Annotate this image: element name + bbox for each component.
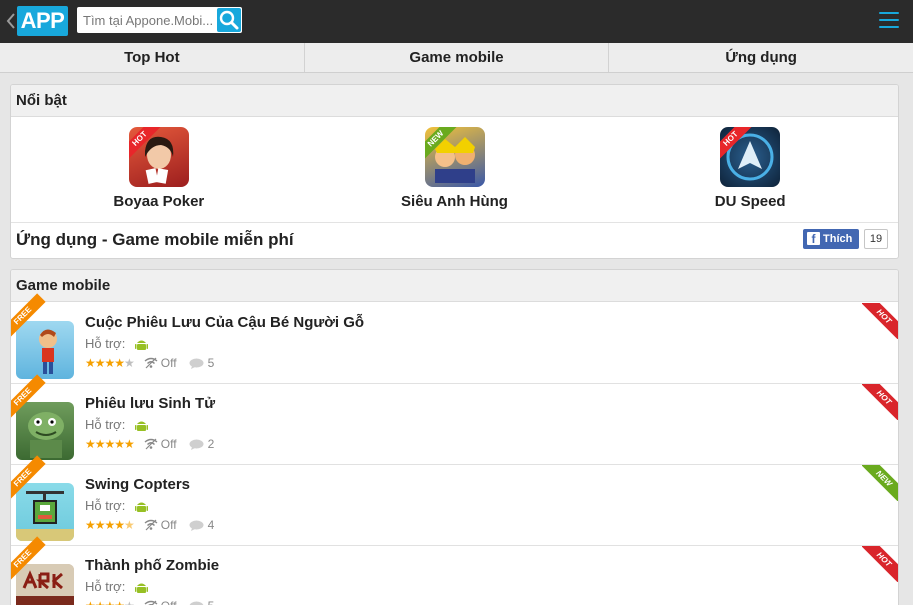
facebook-icon: f (807, 232, 820, 246)
comment-count-value: 2 (207, 437, 215, 451)
comment-count: 5 (189, 599, 215, 605)
like-label: Thích (823, 233, 853, 245)
tab-ung-dung[interactable]: Ứng dụng (609, 43, 913, 72)
featured-item[interactable]: HOT DU Speed (602, 118, 898, 222)
game-list-item[interactable]: FREE Phiêu lưu Sinh Tử Hỗ trợ: ★★★★★ Off (11, 374, 898, 465)
comment-count-value: 4 (207, 518, 215, 532)
offline-label: Off (160, 518, 177, 532)
game-title[interactable]: Thành phố Zombie (85, 557, 219, 574)
game-title[interactable]: Swing Copters (85, 476, 190, 493)
featured-heading: Nổi bật (11, 85, 898, 117)
game-icon[interactable] (16, 564, 74, 605)
sieu-anh-hung-icon[interactable]: NEW (424, 127, 485, 187)
boyaa-poker-icon[interactable]: HOT (128, 127, 189, 187)
offline-label: Off (160, 356, 177, 370)
comment-count: 2 (189, 437, 215, 451)
game-icon[interactable] (16, 402, 74, 460)
support-label: Hỗ trợ: (85, 498, 126, 513)
comment-count: 5 (189, 356, 215, 370)
back-chevron-icon[interactable] (6, 12, 16, 30)
comment-bubble-icon (189, 439, 204, 450)
comment-bubble-icon (189, 520, 204, 531)
tab-top-hot[interactable]: Top Hot (0, 43, 305, 72)
game-icon[interactable] (16, 321, 74, 379)
zombie-monster-icon (28, 412, 64, 458)
game-title[interactable]: Cuộc Phiêu Lưu Của Cậu Bé Người Gỗ (85, 314, 364, 331)
game-title[interactable]: Phiêu lưu Sinh Tử (85, 395, 215, 412)
games-heading: Game mobile (11, 270, 898, 302)
featured-item[interactable]: HOT Boyaa Poker (11, 118, 307, 222)
featured-item-name[interactable]: Boyaa Poker (11, 193, 307, 210)
tab-game-mobile[interactable]: Game mobile (305, 43, 610, 72)
featured-item-name[interactable]: Siêu Anh Hùng (307, 193, 603, 210)
comment-count-value: 5 (207, 356, 215, 370)
game-mobile-panel: Game mobile FREE Cuộc Phiêu Lưu Của Cậu … (10, 269, 899, 605)
game-meta: ★★★★★ Off 4 (85, 518, 214, 532)
platform-support: Hỗ trợ: (85, 498, 148, 514)
comment-bubble-icon (189, 601, 204, 605)
app-logo[interactable]: APP (17, 6, 68, 36)
android-icon (134, 340, 148, 350)
top-bar: APP (0, 0, 913, 43)
offline-indicator: Off (144, 599, 177, 605)
featured-list: HOT Boyaa Poker NEW Siêu Anh Hùng HOT DU… (11, 118, 898, 222)
swing-copter-icon (16, 491, 74, 541)
offline-indicator: Off (144, 356, 177, 370)
support-label: Hỗ trợ: (85, 579, 126, 594)
wifi-off-icon (144, 600, 158, 605)
zombie-city-icon (16, 564, 74, 605)
game-icon[interactable] (16, 483, 74, 541)
hot-corner-badge: HOT (862, 303, 898, 339)
featured-item[interactable]: NEW Siêu Anh Hùng (307, 118, 603, 222)
rating-stars: ★★★★★ (85, 437, 135, 451)
like-count: 19 (864, 229, 888, 249)
category-tabs: Top Hot Game mobile Ứng dụng (0, 43, 913, 73)
intro-banner: Ứng dụng - Game mobile miễn phí f Thích … (11, 222, 898, 258)
featured-panel: Nổi bật HOT Boyaa Poker NEW Siêu Anh Hùn… (10, 84, 899, 259)
hamburger-menu-icon[interactable] (879, 12, 899, 30)
platform-support: Hỗ trợ: (85, 579, 148, 595)
rating-stars: ★★★★★ (85, 599, 135, 605)
game-meta: ★★★★★ Off 2 (85, 437, 214, 451)
du-speed-icon[interactable]: HOT (720, 127, 781, 187)
support-label: Hỗ trợ: (85, 417, 126, 432)
wifi-off-icon (144, 438, 158, 450)
android-icon (134, 421, 148, 431)
support-label: Hỗ trợ: (85, 336, 126, 351)
platform-support: Hỗ trợ: (85, 336, 148, 352)
rating-stars: ★★★★★ (85, 518, 135, 532)
offline-label: Off (160, 437, 177, 451)
new-corner-badge: NEW (862, 465, 898, 501)
banner-title: Ứng dụng - Game mobile miễn phí (16, 230, 294, 249)
search-input[interactable] (77, 7, 217, 33)
hot-corner-badge: HOT (862, 384, 898, 420)
android-icon (134, 502, 148, 512)
comment-count: 4 (189, 518, 215, 532)
game-list-item[interactable]: FREE Cuộc Phiêu Lưu Của Cậu Bé Người Gỗ … (11, 293, 898, 384)
game-meta: ★★★★★ Off 5 (85, 356, 214, 370)
wifi-off-icon (144, 357, 158, 369)
comment-count-value: 5 (208, 599, 215, 605)
featured-item-name[interactable]: DU Speed (602, 193, 898, 210)
offline-indicator: Off (144, 437, 177, 451)
hot-corner-badge: HOT (862, 546, 898, 582)
android-icon (134, 583, 148, 593)
offline-indicator: Off (144, 518, 177, 532)
comment-bubble-icon (189, 358, 204, 369)
facebook-like-button[interactable]: f Thích (803, 229, 859, 249)
game-list-item[interactable]: FREE Swing Copters Hỗ trợ: ★★★★★ Off 4 N… (11, 455, 898, 546)
wooden-boy-icon (39, 329, 57, 374)
game-list-item[interactable]: FREE Thành phố Zombie Hỗ trợ: ★★★★★ Off (11, 536, 898, 605)
search-icon (219, 10, 239, 30)
search-button[interactable] (217, 8, 241, 32)
rating-stars: ★★★★★ (85, 356, 135, 370)
platform-support: Hỗ trợ: (85, 417, 148, 433)
offline-label: Off (161, 599, 177, 605)
search-box (77, 7, 242, 33)
wifi-off-icon (144, 519, 158, 531)
game-meta: ★★★★★ Off 5 (85, 599, 214, 605)
